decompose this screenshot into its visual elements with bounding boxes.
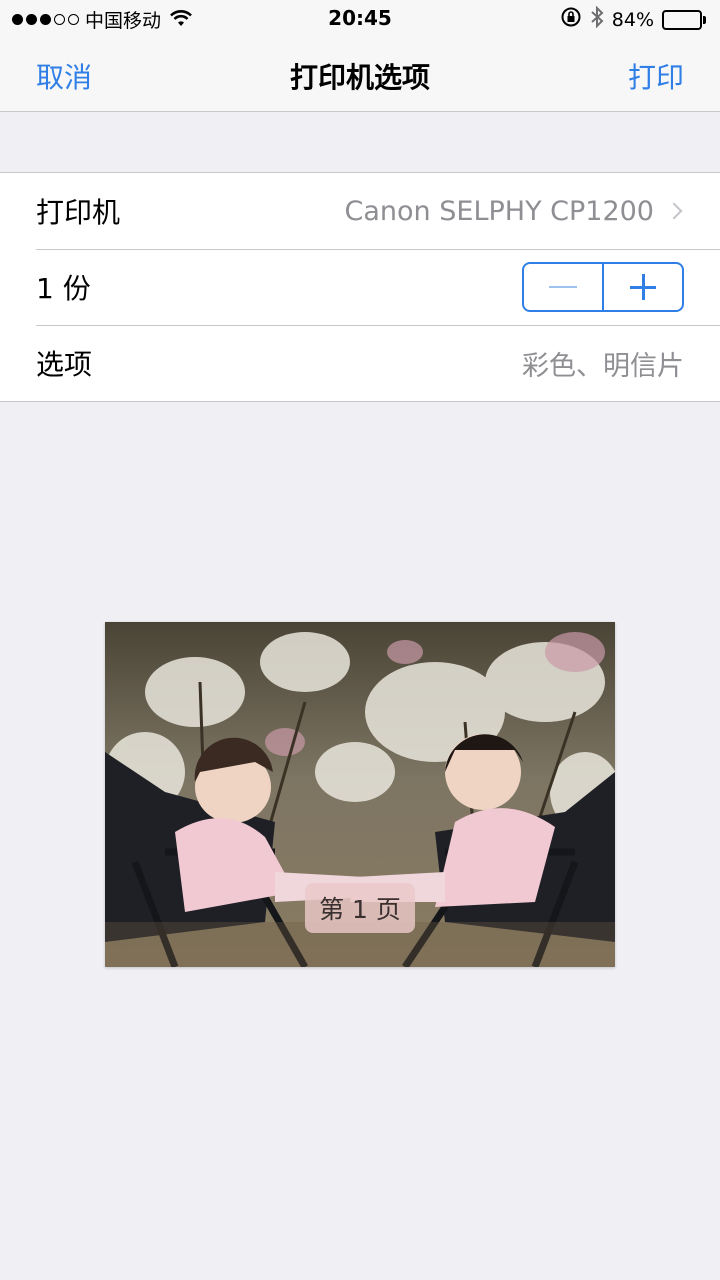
bluetooth-icon xyxy=(590,5,604,34)
options-value: 彩色、明信片 xyxy=(522,350,684,382)
battery-icon xyxy=(662,9,706,30)
copies-label: 1 份 xyxy=(36,272,91,305)
printer-row[interactable]: 打印机 Canon SELPHY CP1200 xyxy=(0,173,720,249)
copies-stepper[interactable] xyxy=(522,262,684,312)
options-row[interactable]: 选项 彩色、明信片 xyxy=(0,325,720,401)
options-label: 选项 xyxy=(36,348,93,381)
print-button[interactable]: 打印 xyxy=(628,56,684,96)
minus-icon xyxy=(549,286,577,288)
status-right: 84% xyxy=(560,5,706,34)
copies-row: 1 份 xyxy=(0,249,720,325)
increment-button[interactable] xyxy=(602,264,682,310)
nav-bar: 取消 打印机选项 打印 xyxy=(0,36,720,112)
battery-percent: 84% xyxy=(611,8,654,31)
page-number-badge: 第 1 页 xyxy=(305,883,415,933)
printer-label: 打印机 xyxy=(36,196,121,229)
decrement-button[interactable] xyxy=(524,264,602,310)
printer-value: Canon SELPHY CP1200 xyxy=(344,195,654,227)
status-bar: 中国移动 20:45 84% xyxy=(0,0,720,36)
page-title: 打印机选项 xyxy=(289,61,430,94)
chevron-right-icon xyxy=(665,202,683,220)
printer-settings-group: 打印机 Canon SELPHY CP1200 1 份 选项 彩色、明信片 xyxy=(0,172,720,402)
print-preview-thumbnail[interactable]: 第 1 页 xyxy=(105,622,615,967)
plus-icon xyxy=(630,274,656,300)
orientation-lock-icon xyxy=(560,6,582,33)
